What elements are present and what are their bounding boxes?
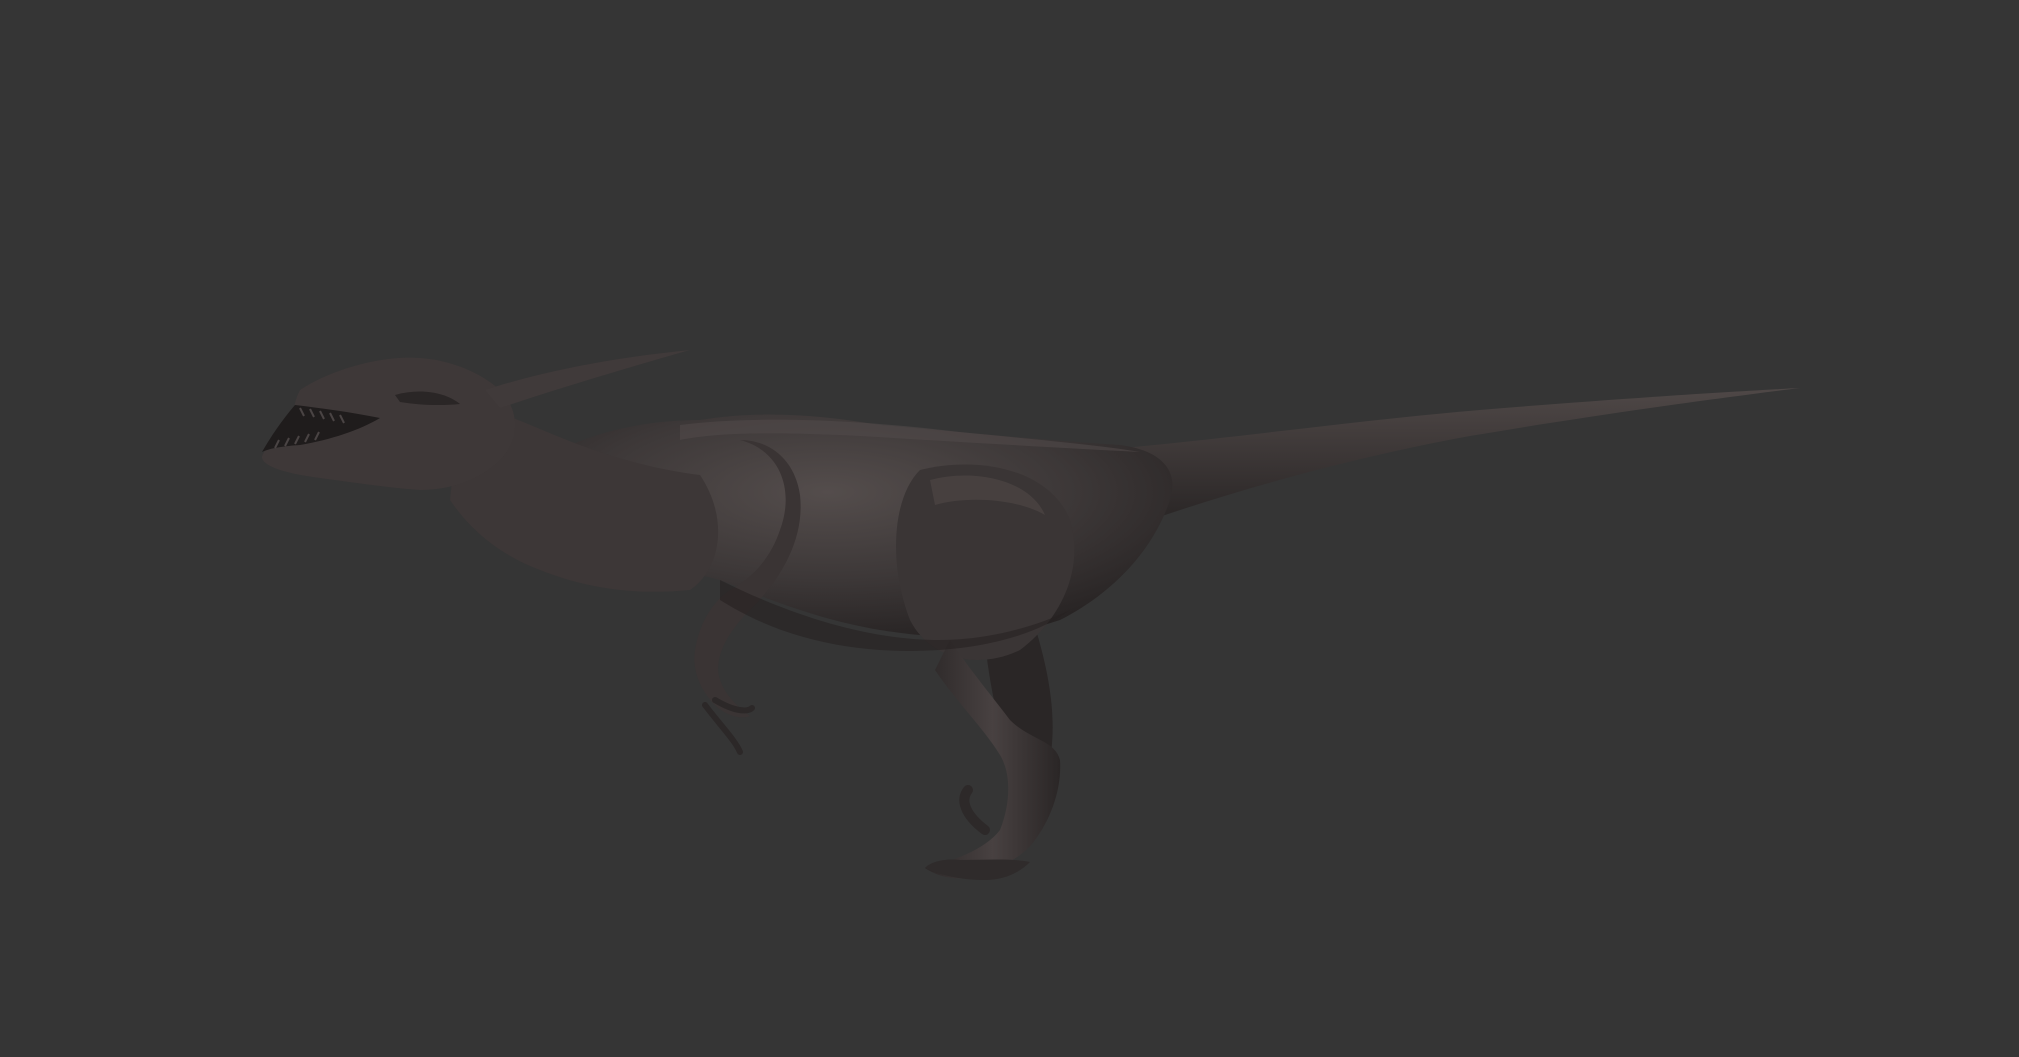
dinosaur-sculpt-model[interactable] [0,0,2019,1057]
dinosaur-tail [1100,388,1800,520]
dinosaur-hand-claws [702,697,755,755]
dinosaur-sickle-claw [959,785,990,835]
dinosaur-horn [485,350,690,408]
dinosaur-hind-toes [925,859,1030,880]
viewport-canvas[interactable] [0,0,2019,1057]
